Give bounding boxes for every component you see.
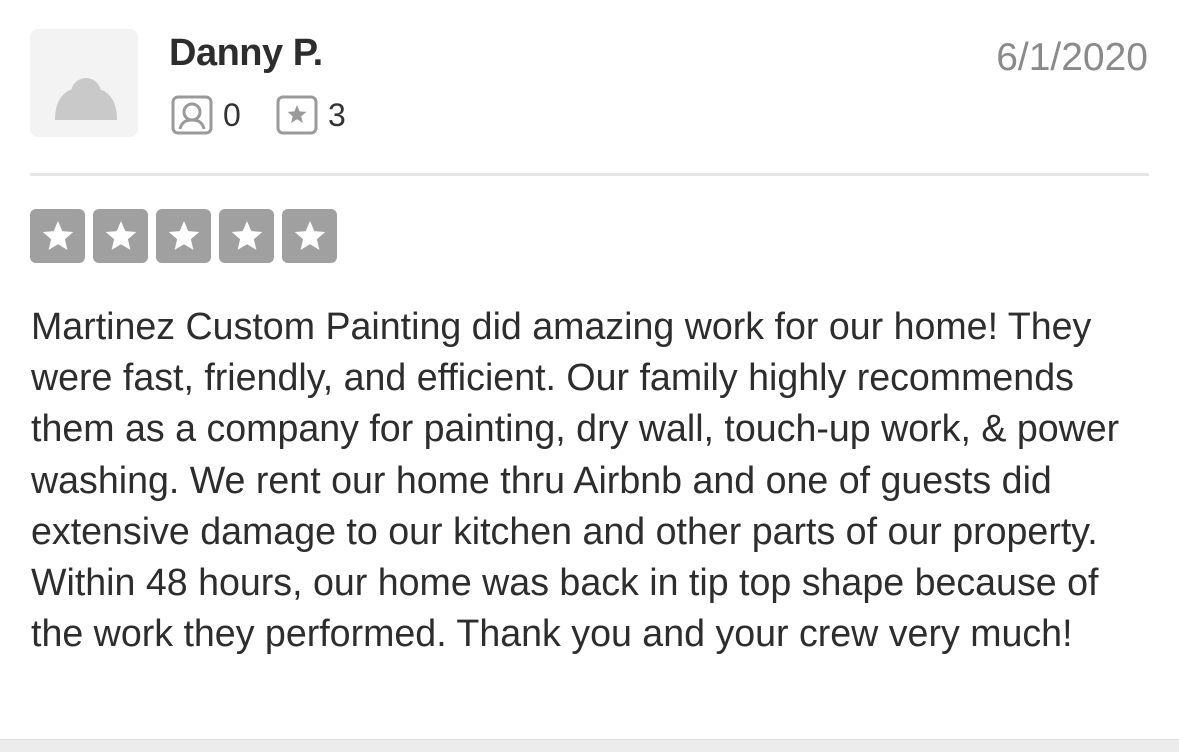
bottom-divider [0, 739, 1179, 752]
star-icon [294, 221, 325, 250]
rating-star [156, 209, 211, 263]
review-date: 6/1/2020 [996, 36, 1148, 79]
reviews-count: 3 [328, 97, 346, 133]
star-icon [42, 221, 73, 250]
header-divider [30, 173, 1149, 176]
review-card: Danny P. 6/1/2020 0 3 Martinez Custom Pa… [0, 0, 1179, 752]
reviewer-avatar[interactable] [30, 29, 138, 137]
reviewer-name[interactable]: Danny P. [169, 30, 323, 76]
rating-star [93, 209, 148, 263]
star-icon [231, 221, 262, 250]
friends-count: 0 [223, 97, 241, 133]
friends-stat: 0 [171, 95, 241, 135]
star-icon [168, 221, 199, 250]
review-text: Martinez Custom Painting did amazing wor… [31, 305, 1120, 655]
review-star-icon [276, 95, 318, 135]
friends-icon [171, 95, 213, 135]
star-rating [30, 209, 337, 263]
rating-star [219, 209, 274, 263]
rating-star [282, 209, 337, 263]
default-user-avatar-icon [55, 78, 117, 120]
reviews-stat: 3 [276, 95, 346, 135]
star-icon [105, 221, 136, 250]
rating-star [30, 209, 85, 263]
